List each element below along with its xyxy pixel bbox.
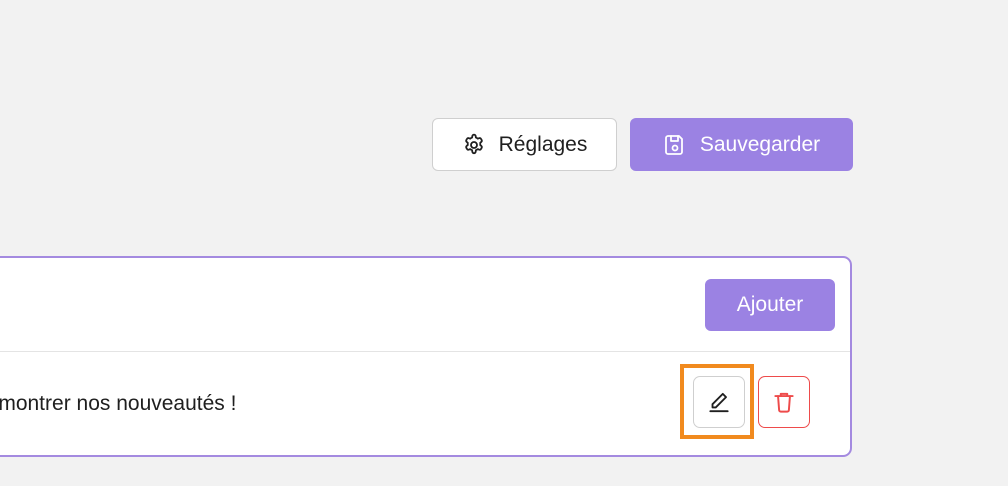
trash-icon bbox=[774, 392, 794, 413]
save-button-label: Sauvegarder bbox=[699, 132, 821, 156]
edit-button[interactable] bbox=[693, 376, 745, 428]
settings-button-label: Réglages bbox=[498, 132, 588, 156]
save-button[interactable]: Sauvegarder bbox=[630, 118, 853, 171]
pencil-icon bbox=[709, 392, 729, 413]
add-button[interactable]: Ajouter bbox=[705, 279, 835, 331]
settings-button[interactable]: Réglages bbox=[432, 118, 617, 171]
gear-icon bbox=[462, 133, 486, 157]
list-item-text: s montrer nos nouveautés ! bbox=[0, 392, 672, 416]
floppy-disk-icon bbox=[663, 133, 687, 157]
list-item-label: s montrer nos nouveautés ! bbox=[0, 392, 237, 415]
panel-divider bbox=[0, 351, 850, 352]
delete-button[interactable] bbox=[758, 376, 810, 428]
